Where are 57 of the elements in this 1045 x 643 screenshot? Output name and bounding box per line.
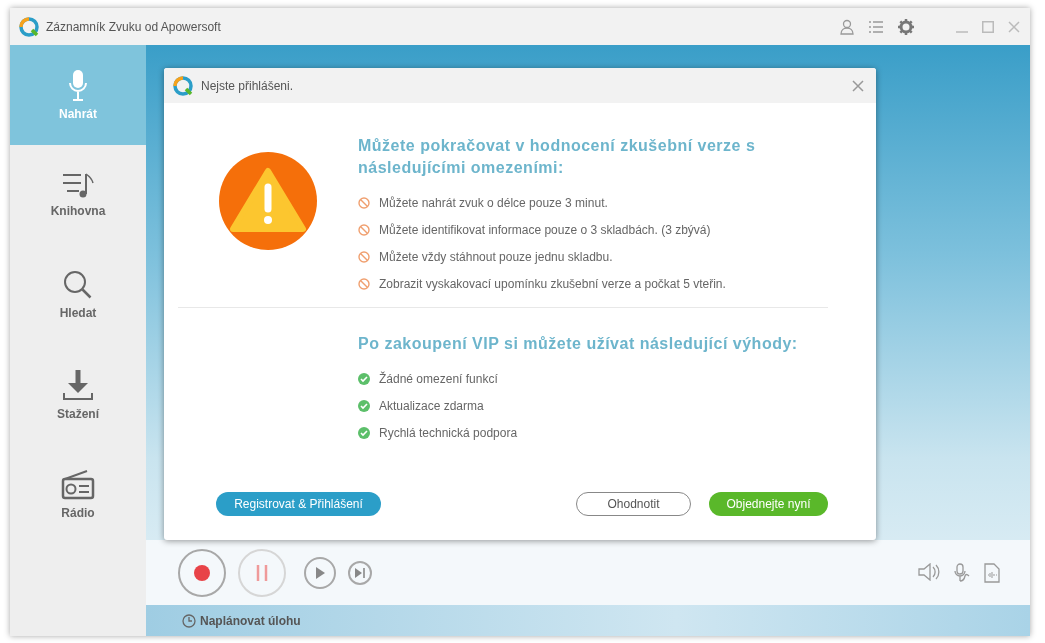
next-button[interactable] (348, 560, 372, 585)
microphone-icon (68, 69, 88, 101)
list-icon[interactable] (868, 19, 884, 34)
warning-icon (218, 151, 318, 251)
microphone-icon[interactable] (954, 562, 970, 583)
sidebar-item[interactable]: Hledat (10, 245, 146, 345)
register-login-button[interactable]: Registrovat & Přihlášení (216, 492, 381, 516)
radio-icon (61, 470, 95, 500)
sidebar-label: Rádio (61, 506, 95, 520)
dialog-title: Nejste přihlášeni. (201, 78, 295, 93)
benefits-heading: Po zakoupení VIP si můžete užívat následující výhody: (358, 334, 799, 354)
search-icon (63, 270, 93, 300)
limit-text: Můžete vždy stáhnout pouze jednu skladbu. (379, 249, 613, 264)
prohibited-icon (358, 250, 370, 263)
limit-text: Můžete identifikovat informace pouze o 3 skladbách. (3 zbývá) (379, 222, 711, 237)
record-icon (194, 564, 210, 581)
limit-text: Můžete nahrát zvuk o délce pouze 3 minut. (379, 195, 608, 210)
check-circle-icon (358, 399, 370, 412)
sidebar-item[interactable]: Knihovna (10, 145, 146, 245)
app-logo-icon (18, 15, 40, 38)
rate-button[interactable]: Ohodnotit (576, 492, 691, 516)
audio-file-icon[interactable] (984, 562, 1000, 583)
prohibited-icon (358, 196, 370, 209)
sidebar-label: Hledat (59, 306, 97, 320)
play-icon (315, 566, 325, 579)
play-button[interactable] (304, 556, 336, 589)
check-circle-icon (358, 372, 370, 385)
close-button[interactable] (852, 79, 864, 92)
sidebar-label: Knihovna (50, 204, 106, 218)
benefit-text: Aktualizace zdarma (379, 398, 484, 413)
pause-icon (256, 563, 268, 582)
prohibited-icon (358, 277, 370, 290)
sidebar-label: Nahrát (59, 107, 97, 121)
window-title: Záznamník Zvuku od Apowersoft (46, 19, 222, 34)
download-icon (62, 369, 94, 401)
schedule-link[interactable]: Naplánovat úlohu (200, 613, 301, 628)
close-icon (852, 79, 864, 92)
sidebar-item[interactable]: Stažení (10, 345, 146, 445)
record-button[interactable] (178, 548, 226, 597)
pause-button[interactable] (238, 548, 286, 597)
skip-next-icon (355, 567, 365, 578)
speaker-icon[interactable] (918, 562, 940, 581)
maximize-icon[interactable] (982, 20, 994, 33)
app-logo-icon (172, 74, 194, 97)
check-circle-icon (358, 426, 370, 439)
benefit-text: Žádné omezení funkcí (379, 371, 498, 386)
limit-text: Zobrazit vyskakovací upomínku zkušební verze a počkat 5 vteřin. (379, 276, 726, 291)
close-icon[interactable] (1008, 20, 1020, 33)
limits-heading: Můžete pokračovat v hodnocení zkušební verze s následujícími omezeními: (358, 136, 757, 178)
music-list-icon (62, 172, 94, 198)
sidebar-item[interactable]: Rádio (10, 445, 146, 545)
sidebar-label: Stažení (57, 407, 99, 421)
prohibited-icon (358, 223, 370, 236)
clock-icon[interactable] (182, 613, 196, 628)
settings-icon[interactable] (898, 18, 914, 35)
user-icon[interactable] (840, 18, 854, 35)
benefit-text: Rychlá technická podpora (379, 425, 518, 440)
